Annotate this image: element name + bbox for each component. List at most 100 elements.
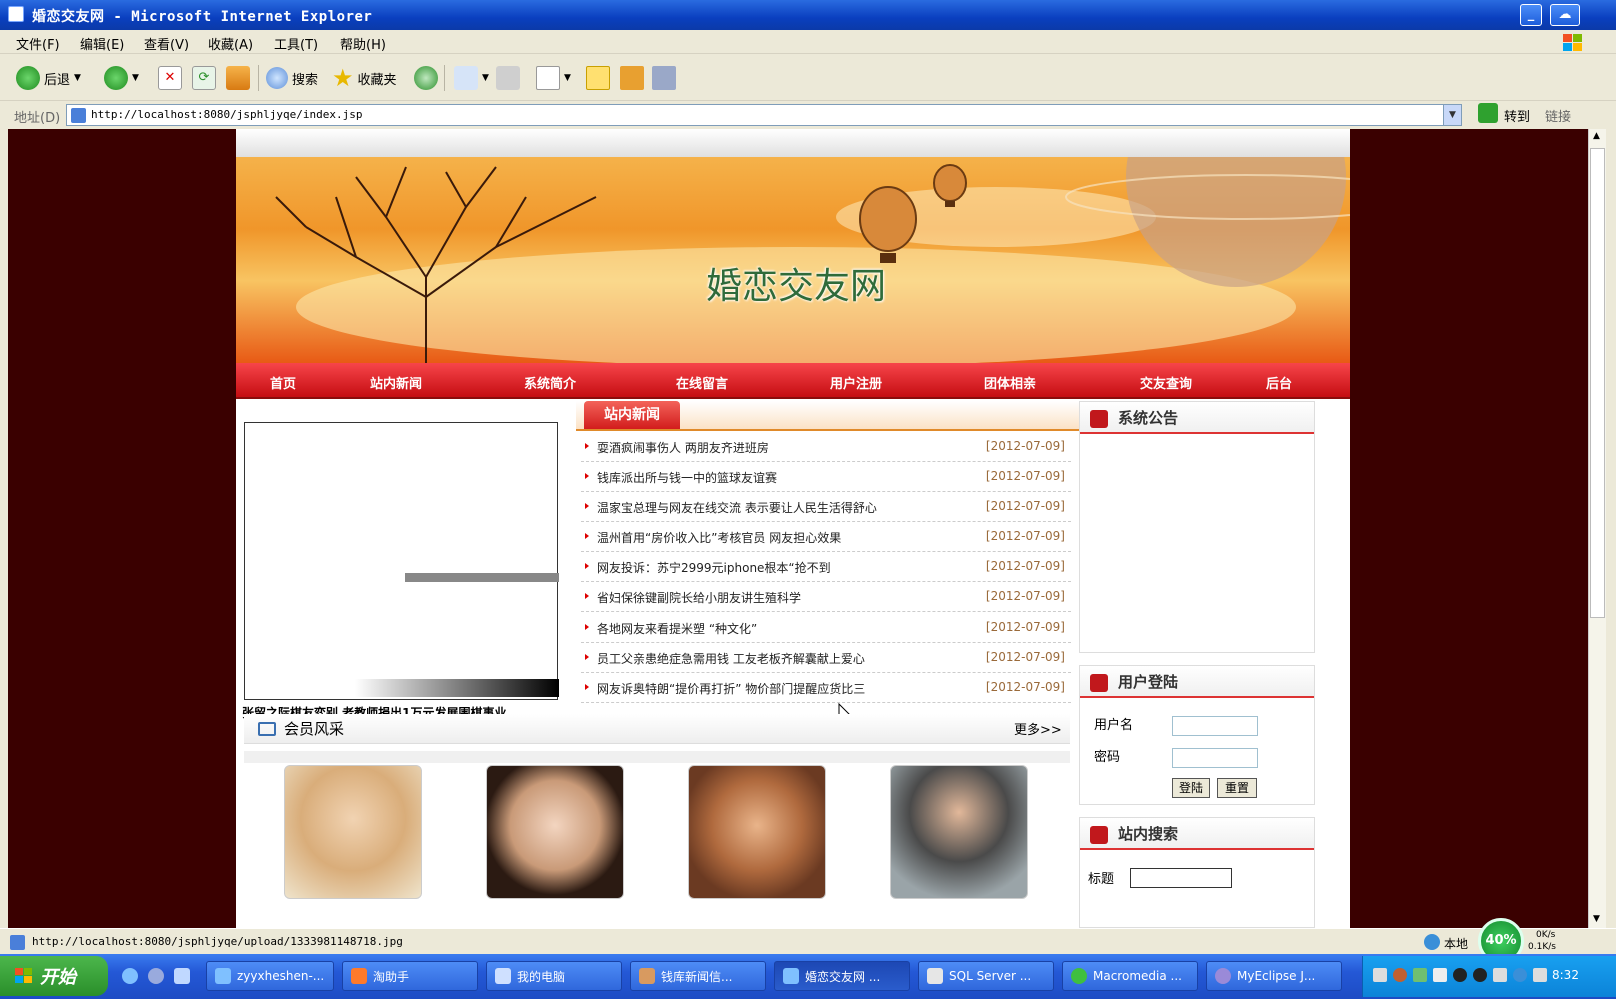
quicklaunch-ie-icon[interactable]: [122, 968, 138, 984]
news-title[interactable]: 钱库派出所与钱一中的篮球友谊赛: [597, 469, 777, 486]
home-button[interactable]: [226, 65, 250, 91]
tray-globe-icon[interactable]: [1513, 968, 1527, 982]
window-title-bar[interactable]: 婚恋交友网 - Microsoft Internet Explorer _ ☁: [0, 0, 1616, 30]
image-slideshow[interactable]: [244, 422, 559, 700]
username-input[interactable]: [1172, 716, 1258, 736]
task-myeclipse[interactable]: MyEclipse J...: [1206, 961, 1342, 991]
back-button[interactable]: 后退 ▼: [16, 65, 81, 91]
nav-group-dating[interactable]: 团体相亲: [984, 373, 1036, 392]
refresh-button[interactable]: ⟳: [192, 65, 216, 91]
scroll-down-icon[interactable]: ▼: [1593, 914, 1600, 924]
baidu-cloud-icon[interactable]: ☁: [1550, 4, 1580, 26]
app-icon: [1071, 968, 1087, 984]
search-title-input[interactable]: [1130, 868, 1232, 888]
news-item[interactable]: 钱库派出所与钱一中的篮球友谊赛 [2012-07-09]: [581, 462, 1071, 492]
member-photo[interactable]: [688, 765, 826, 899]
clock[interactable]: 8:32: [1552, 968, 1579, 982]
slideshow-gradient: [355, 679, 559, 697]
print-button[interactable]: [496, 65, 520, 91]
menu-edit[interactable]: 编辑(E): [80, 34, 124, 53]
go-button[interactable]: 转到: [1504, 106, 1530, 125]
nav-home[interactable]: 首页: [270, 373, 296, 392]
member-photo[interactable]: [486, 765, 624, 899]
news-title[interactable]: 耍酒疯闹事伤人 两朋友齐进班房: [597, 439, 769, 456]
password-input[interactable]: [1172, 748, 1258, 768]
address-dropdown-icon[interactable]: ▼: [1443, 105, 1461, 125]
minimize-button[interactable]: _: [1520, 4, 1542, 26]
news-title[interactable]: 网友诉奥特朗“提价再打折” 物价部门提醒应货比三: [597, 680, 865, 697]
task-dating-site[interactable]: 婚恋交友网 ...: [774, 961, 910, 991]
favorites-button[interactable]: ★ 收藏夹: [332, 64, 397, 92]
computer-icon: [495, 968, 511, 984]
news-title[interactable]: 网友投诉：苏宁2999元iphone根本“抢不到: [597, 559, 831, 576]
news-item[interactable]: 各地网友来看提米塑 “种文化” [2012-07-09]: [581, 613, 1071, 643]
task-zyyxheshen[interactable]: zyyxheshen-...: [206, 961, 334, 991]
mail-button[interactable]: ▼: [454, 65, 489, 91]
task-my-computer[interactable]: 我的电脑: [486, 961, 622, 991]
links-button[interactable]: 链接: [1545, 106, 1571, 125]
history-button[interactable]: [414, 65, 438, 91]
task-qianku-news[interactable]: 钱库新闻信...: [630, 961, 766, 991]
menu-favorites[interactable]: 收藏(A): [208, 34, 253, 53]
nav-news[interactable]: 站内新闻: [370, 373, 422, 392]
news-title[interactable]: 省妇保徐键副院长给小朋友讲生殖科学: [597, 589, 801, 606]
news-date: [2012-07-09]: [985, 439, 1065, 453]
scrollbar-thumb[interactable]: [1590, 148, 1605, 618]
news-item[interactable]: 耍酒疯闹事伤人 两朋友齐进班房 [2012-07-09]: [581, 432, 1071, 462]
task-label: 我的电脑: [517, 969, 566, 984]
nav-admin[interactable]: 后台: [1266, 373, 1292, 392]
menu-tools[interactable]: 工具(T): [274, 34, 318, 53]
tray-qq-icon[interactable]: [1473, 968, 1487, 982]
bullet-icon: [585, 684, 589, 690]
reset-button[interactable]: 重置: [1217, 778, 1257, 798]
news-item[interactable]: 温家宝总理与网友在线交流 表示要让人民生活得舒心 [2012-07-09]: [581, 492, 1071, 522]
news-item[interactable]: 网友投诉：苏宁2999元iphone根本“抢不到 [2012-07-09]: [581, 552, 1071, 582]
forward-button[interactable]: ▼: [104, 65, 139, 91]
tray-qq-icon[interactable]: [1453, 968, 1467, 982]
member-photo[interactable]: [284, 765, 422, 899]
tray-arrow-icon[interactable]: [1393, 968, 1407, 982]
member-photo[interactable]: [890, 765, 1028, 899]
news-tab[interactable]: 站内新闻: [584, 401, 680, 429]
nav-guestbook[interactable]: 在线留言: [676, 373, 728, 392]
news-item[interactable]: 网友诉奥特朗“提价再打折” 物价部门提醒应货比三 [2012-07-09]: [581, 673, 1071, 703]
members-more-link[interactable]: 更多>>: [1014, 719, 1062, 738]
tray-keyboard-icon[interactable]: [1373, 968, 1387, 982]
go-arrow-icon[interactable]: [1478, 103, 1498, 123]
news-title[interactable]: 员工父亲患绝症急需用钱 工友老板齐解囊献上爱心: [597, 650, 865, 667]
news-title[interactable]: 温州首用“房价收入比”考核官员 网友担心效果: [597, 529, 841, 546]
tray-app-icon[interactable]: [1413, 968, 1427, 982]
start-button[interactable]: 开始: [0, 956, 108, 996]
search-header: 站内搜索: [1080, 818, 1314, 850]
members-header: 会员风采: [244, 714, 1070, 744]
quicklaunch-desktop-icon[interactable]: [174, 968, 190, 984]
news-title[interactable]: 温家宝总理与网友在线交流 表示要让人民生活得舒心: [597, 499, 877, 516]
task-sql-server[interactable]: SQL Server ...: [918, 961, 1054, 991]
login-button[interactable]: 登陆: [1172, 778, 1210, 798]
quicklaunch-browser-icon[interactable]: [148, 968, 164, 984]
task-taozhushou[interactable]: 淘助手: [342, 961, 478, 991]
scroll-up-icon[interactable]: ▲: [1593, 131, 1600, 141]
menu-view[interactable]: 查看(V): [144, 34, 189, 53]
login-panel: 用户登陆 用户名 密码 登陆 重置: [1079, 665, 1315, 805]
tray-network-icon[interactable]: [1433, 968, 1447, 982]
news-item[interactable]: 温州首用“房价收入比”考核官员 网友担心效果 [2012-07-09]: [581, 522, 1071, 552]
messenger-button[interactable]: [652, 65, 676, 91]
search-button[interactable]: 搜索: [266, 65, 318, 91]
news-item[interactable]: 省妇保徐键副院长给小朋友讲生殖科学 [2012-07-09]: [581, 582, 1071, 612]
task-macromedia[interactable]: Macromedia ...: [1062, 961, 1198, 991]
tray-app-icon[interactable]: [1493, 968, 1507, 982]
discuss-button[interactable]: [586, 65, 610, 91]
news-item[interactable]: 员工父亲患绝症急需用钱 工友老板齐解囊献上爱心 [2012-07-09]: [581, 643, 1071, 673]
stop-button[interactable]: ✕: [158, 65, 182, 91]
news-title[interactable]: 各地网友来看提米塑 “种文化”: [597, 620, 757, 637]
menu-file[interactable]: 文件(F): [16, 34, 60, 53]
menu-help[interactable]: 帮助(H): [340, 34, 386, 53]
edit-button[interactable]: ▼: [536, 65, 571, 91]
address-input[interactable]: http://localhost:8080/jsphljyqe/index.js…: [66, 104, 1462, 126]
nav-search-friends[interactable]: 交友查询: [1140, 373, 1192, 392]
nav-about[interactable]: 系统简介: [524, 373, 576, 392]
tray-volume-icon[interactable]: [1533, 968, 1547, 982]
nav-register[interactable]: 用户注册: [830, 373, 882, 392]
research-button[interactable]: [620, 65, 644, 91]
